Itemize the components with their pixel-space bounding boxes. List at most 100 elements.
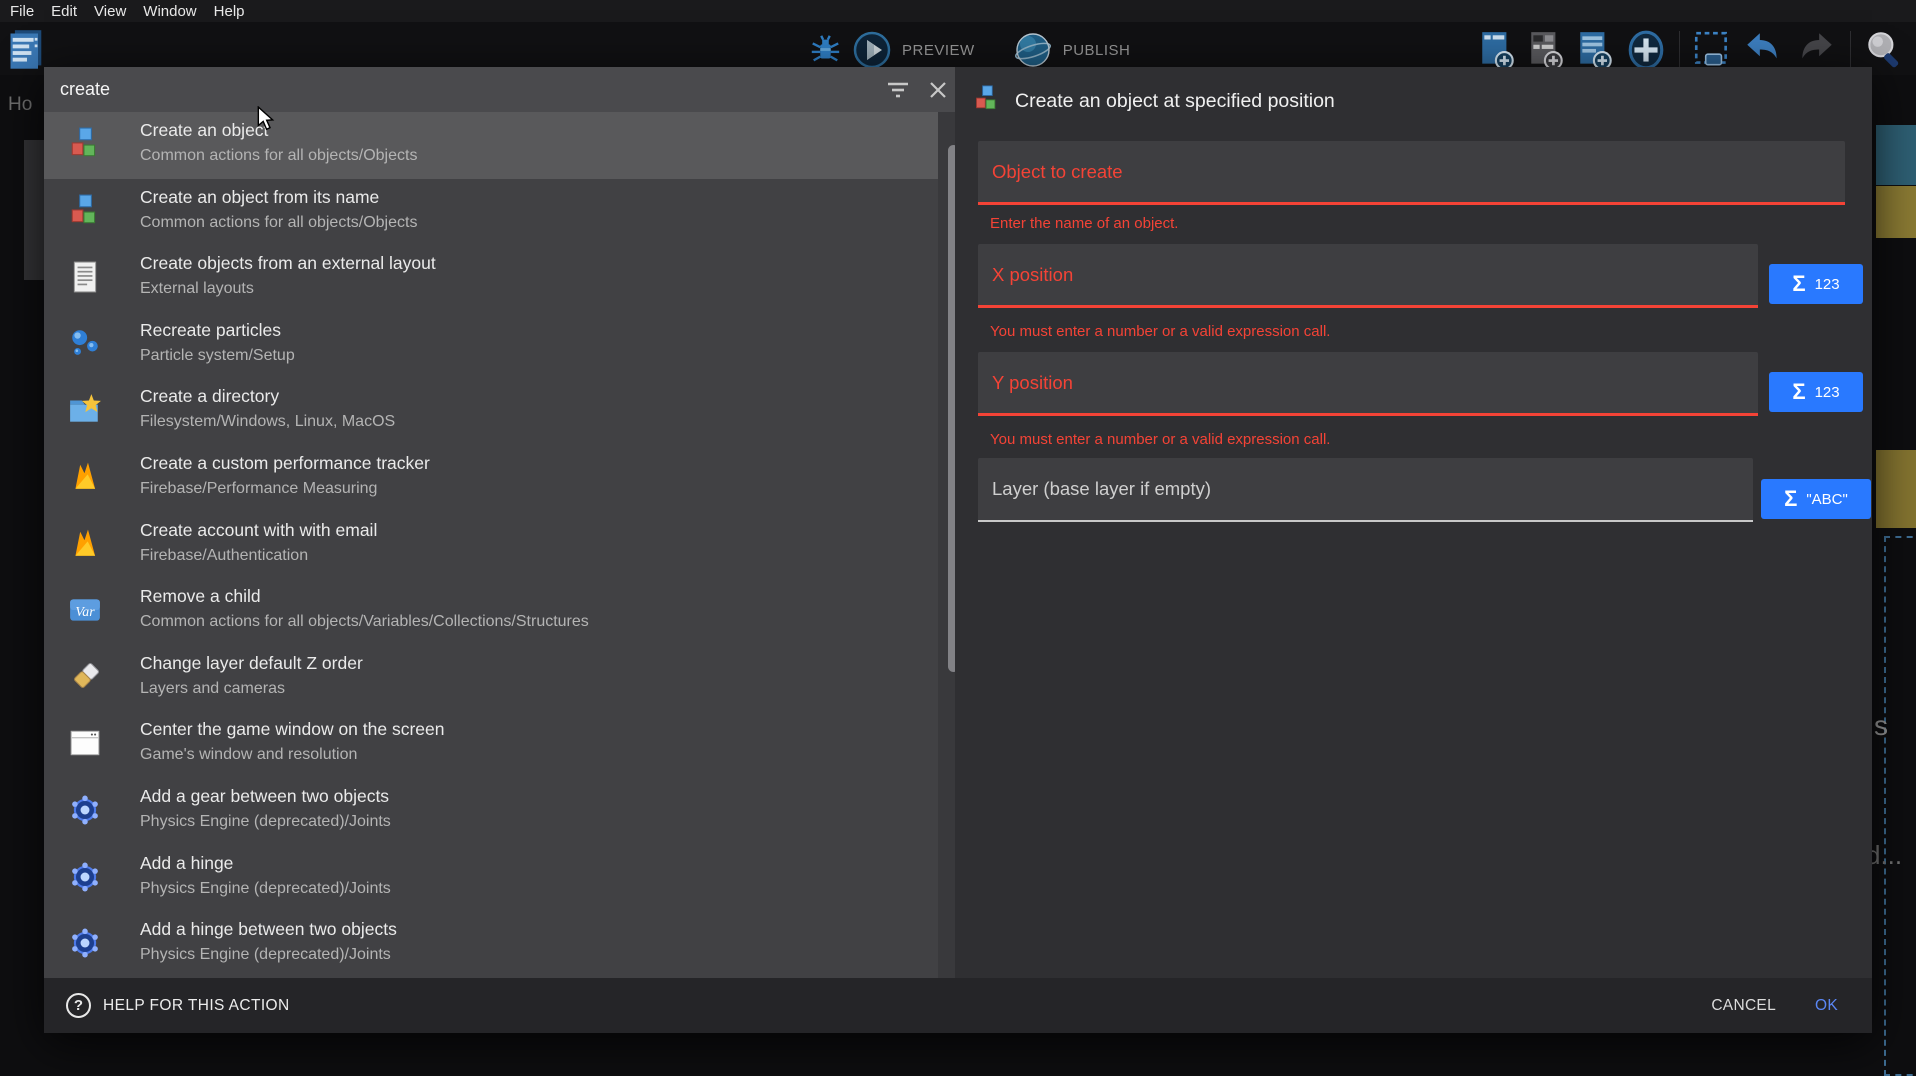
result-group: Filesystem/Windows, Linux, MacOS: [140, 413, 395, 431]
background-truncated-text: s: [1874, 710, 1888, 742]
background-thumbnail-olive: [1876, 450, 1916, 528]
sigma-icon: Σ: [1792, 381, 1805, 403]
field-placeholder: X position: [978, 244, 1758, 306]
project-manager-icon[interactable]: [8, 28, 46, 72]
mouse-cursor: [256, 106, 278, 137]
menu-edit[interactable]: Edit: [51, 3, 77, 20]
document-icon: [68, 260, 102, 294]
filter-icon[interactable]: [882, 75, 914, 105]
search-icon[interactable]: [1863, 28, 1905, 72]
list-item[interactable]: Recreate particles Particle system/Setup: [44, 312, 955, 379]
preview-play-icon[interactable]: [852, 30, 892, 70]
expression-type: 123: [1815, 384, 1840, 401]
publish-globe-icon[interactable]: [1013, 30, 1053, 70]
var-icon: Var: [68, 593, 102, 627]
background-dashed-selection: [1884, 536, 1916, 1076]
help-label: HELP FOR THIS ACTION: [103, 997, 290, 1015]
result-title: Add a hinge: [140, 853, 233, 874]
sigma-icon: Σ: [1784, 488, 1797, 510]
search-input[interactable]: create: [60, 67, 110, 112]
list-item[interactable]: Var Remove a child Common actions for all …: [44, 578, 955, 645]
result-group: Physics Engine (deprecated)/Joints: [140, 946, 391, 964]
folder-icon: [68, 393, 102, 427]
action-parameters-panel: Create an object at specified position O…: [955, 67, 1872, 978]
instruction-editor-dialog: create Create an objectCommon actions fo…: [44, 67, 1872, 1033]
layer-field[interactable]: Layer (base layer if empty): [978, 458, 1753, 522]
field-placeholder: Y position: [978, 352, 1758, 414]
object-to-create-field[interactable]: Object to create: [978, 141, 1845, 205]
add-scene-icon[interactable]: [1478, 29, 1518, 71]
expression-builder-button[interactable]: Σ 123: [1769, 264, 1863, 304]
result-group: Common actions for all objects/Objects: [140, 214, 417, 232]
gear-icon: [68, 860, 102, 894]
list-item[interactable]: Add a hingePhysics Engine (deprecated)/J…: [44, 845, 955, 912]
result-group: Common actions for all objects/Objects: [140, 147, 417, 165]
action-search-panel: create Create an objectCommon actions fo…: [44, 67, 955, 978]
result-title: Add a hinge between two objects: [140, 919, 397, 940]
result-title: Create a custom performance tracker: [140, 453, 430, 474]
toolbar-divider: [1679, 31, 1680, 69]
add-external-layout-icon[interactable]: [1576, 29, 1616, 71]
preview-button[interactable]: PREVIEW: [902, 42, 975, 59]
result-group: Particle system/Setup: [140, 347, 295, 365]
result-title: Add a gear between two objects: [140, 786, 389, 807]
firebase-icon: [68, 460, 102, 494]
gear-icon: [68, 793, 102, 827]
search-results-list: Create an objectCommon actions for all o…: [44, 112, 955, 978]
result-title: Create objects from an external layout: [140, 253, 436, 274]
result-title: Remove a child: [140, 586, 261, 607]
expression-builder-button[interactable]: Σ "ABC": [1761, 479, 1871, 519]
eraser-icon: [68, 660, 102, 694]
list-item[interactable]: Create account with with email Firebase/A…: [44, 512, 955, 579]
sigma-icon: Σ: [1792, 273, 1805, 295]
result-group: Common actions for all objects/Variables…: [140, 613, 589, 631]
add-object-icon[interactable]: [1625, 29, 1667, 71]
menu-view[interactable]: View: [94, 3, 126, 20]
list-item[interactable]: Create objects from an external layoutEx…: [44, 245, 955, 312]
result-group: Layers and cameras: [140, 680, 285, 698]
result-group: Firebase/Authentication: [140, 547, 308, 565]
field-error-text: Enter the name of an object.: [990, 215, 1178, 232]
add-external-events-icon[interactable]: [1527, 29, 1567, 71]
list-item[interactable]: Add a gear between two objects Physics En…: [44, 778, 955, 845]
menu-help[interactable]: Help: [214, 3, 245, 20]
background-thumbnail-olive: [1876, 186, 1916, 238]
x-position-field[interactable]: X position: [978, 244, 1758, 308]
firebase-icon: [68, 527, 102, 561]
result-title: Change layer default Z order: [140, 653, 363, 674]
result-title: Recreate particles: [140, 320, 281, 341]
list-item[interactable]: Change layer default Z order Layers and c…: [44, 645, 955, 712]
result-title: Create a directory: [140, 386, 279, 407]
publish-button[interactable]: PUBLISH: [1063, 42, 1131, 59]
list-item[interactable]: Center the game window on the screenGame…: [44, 711, 955, 778]
help-icon: ?: [66, 993, 91, 1018]
help-button[interactable]: ? HELP FOR THIS ACTION: [66, 978, 290, 1033]
app-window: File Edit View Window Help PREVIEW PUBLI…: [0, 0, 1916, 1076]
close-icon[interactable]: [922, 75, 954, 105]
gear-icon: [68, 926, 102, 960]
selection-tool-icon[interactable]: [1692, 29, 1732, 71]
result-title: Create account with with email: [140, 520, 377, 541]
list-item[interactable]: Create an object from its nameCommon act…: [44, 179, 955, 246]
list-item[interactable]: Create an objectCommon actions for all o…: [44, 112, 955, 179]
list-item[interactable]: Create a custom performance trackerFireb…: [44, 445, 955, 512]
dialog-footer: ? HELP FOR THIS ACTION CANCEL OK: [44, 978, 1872, 1033]
cubes-icon: [68, 127, 102, 161]
menu-file[interactable]: File: [10, 3, 34, 20]
particles-icon: [68, 327, 102, 361]
y-position-field[interactable]: Y position: [978, 352, 1758, 416]
search-bar[interactable]: create: [44, 67, 955, 112]
undo-icon[interactable]: [1741, 29, 1785, 71]
background-thumbnail-teal: [1876, 125, 1916, 185]
field-placeholder: Object to create: [978, 141, 1845, 203]
ok-button[interactable]: OK: [1815, 978, 1838, 1033]
redo-icon[interactable]: [1794, 29, 1838, 71]
list-item[interactable]: Create a directory Filesystem/Windows, Li…: [44, 378, 955, 445]
debug-icon[interactable]: [808, 33, 842, 67]
menu-window[interactable]: Window: [143, 3, 196, 20]
result-group: Physics Engine (deprecated)/Joints: [140, 813, 391, 831]
cancel-button[interactable]: CANCEL: [1711, 978, 1776, 1033]
expression-builder-button[interactable]: Σ 123: [1769, 372, 1863, 412]
cubes-icon: [68, 194, 102, 228]
list-item[interactable]: Add a hinge between two objects Physics E…: [44, 911, 955, 978]
